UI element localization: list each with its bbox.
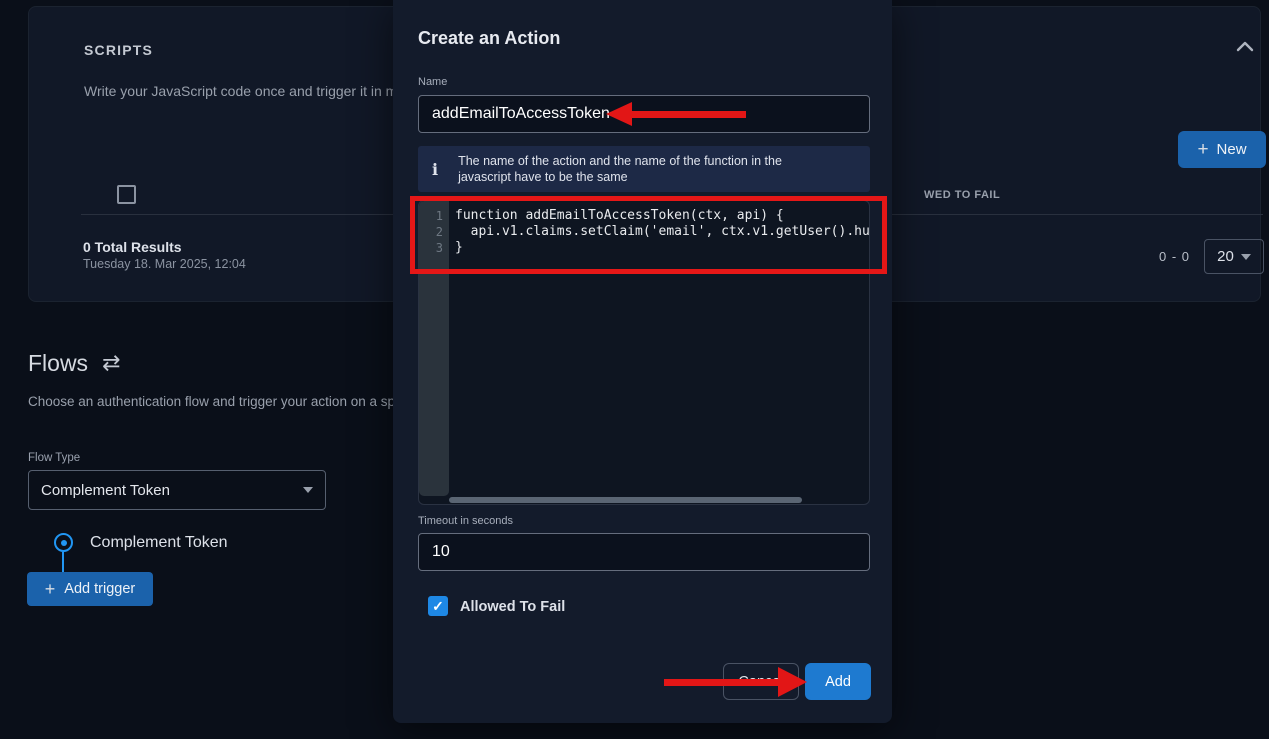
page-size-select[interactable]: 20: [1204, 239, 1264, 274]
flows-description: Choose an authentication flow and trigge…: [28, 394, 395, 409]
flow-node-icon: [54, 533, 73, 552]
collapse-chevron-up-icon[interactable]: [1234, 37, 1262, 61]
checkmark-icon: ✓: [432, 598, 444, 615]
new-button-label: New: [1217, 141, 1247, 158]
compare-arrows-icon: ⇄: [102, 351, 120, 376]
flow-type-value: Complement Token: [41, 482, 170, 499]
code-line: }: [455, 240, 870, 256]
allowed-to-fail-column-header: WED TO FAIL: [924, 189, 1000, 201]
timeout-field-label: Timeout in seconds: [418, 515, 513, 527]
code-line: function addEmailToAccessToken(ctx, api)…: [455, 208, 870, 224]
timeout-input[interactable]: [418, 533, 870, 571]
cancel-button[interactable]: Cancel: [723, 663, 799, 700]
plus-icon: +: [45, 580, 56, 598]
new-action-button[interactable]: + New: [1178, 131, 1266, 168]
flow-node-dot: [61, 540, 67, 546]
caret-down-icon: [1241, 254, 1251, 260]
results-timestamp: Tuesday 18. Mar 2025, 12:04: [83, 257, 246, 271]
line-number: 2: [419, 224, 449, 240]
dialog-title: Create an Action: [418, 28, 560, 49]
info-banner-text: The name of the action and the name of t…: [458, 153, 838, 185]
plus-icon: +: [1197, 140, 1208, 159]
line-number: 1: [419, 208, 449, 224]
allowed-to-fail-label: Allowed To Fail: [460, 599, 565, 615]
editor-horizontal-scrollbar[interactable]: [449, 497, 802, 503]
caret-down-icon: [303, 487, 313, 493]
script-code-editor[interactable]: 1 2 3 function addEmailToAccessToken(ctx…: [418, 200, 870, 505]
add-trigger-button[interactable]: + Add trigger: [27, 572, 153, 606]
flows-section-title: Flows ⇄: [28, 350, 121, 377]
select-all-checkbox[interactable]: [117, 185, 136, 204]
scripts-section-title: SCRIPTS: [84, 42, 153, 58]
total-results-label: 0 Total Results: [83, 239, 182, 255]
create-action-dialog: Create an Action Name i The name of the …: [393, 0, 892, 723]
scripts-description: Write your JavaScript code once and trig…: [84, 83, 434, 99]
info-icon: i: [432, 160, 438, 179]
allowed-to-fail-checkbox[interactable]: ✓: [428, 596, 448, 616]
actions-page: SCRIPTS Write your JavaScript code once …: [0, 0, 1269, 739]
add-trigger-label: Add trigger: [64, 581, 135, 597]
editor-line-number-gutter: 1 2 3: [419, 201, 449, 496]
name-field-label: Name: [418, 76, 447, 88]
line-number: 3: [419, 240, 449, 256]
flows-title-text: Flows: [28, 350, 88, 377]
editor-code-area[interactable]: function addEmailToAccessToken(ctx, api)…: [449, 201, 870, 496]
pagination-range: 0 - 0: [1159, 249, 1190, 264]
info-banner: i The name of the action and the name of…: [418, 146, 870, 192]
flow-connector-line: [62, 552, 64, 572]
flow-type-select[interactable]: Complement Token: [28, 470, 326, 510]
action-name-input[interactable]: [418, 95, 870, 133]
code-line: api.v1.claims.setClaim('email', ctx.v1.g…: [455, 224, 870, 240]
flow-node-label: Complement Token: [90, 534, 228, 552]
page-size-value: 20: [1217, 248, 1234, 265]
add-button[interactable]: Add: [805, 663, 871, 700]
flow-type-label: Flow Type: [28, 452, 80, 464]
